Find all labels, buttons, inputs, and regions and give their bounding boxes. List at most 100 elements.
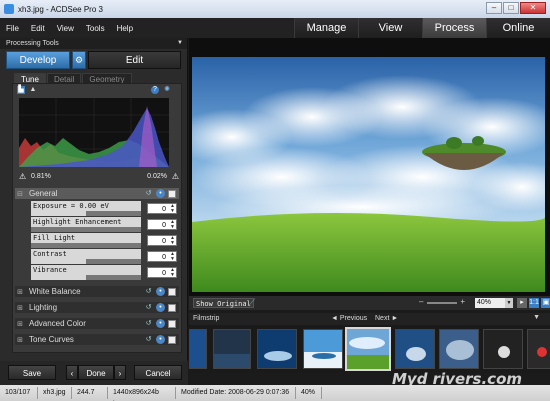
zoom-track[interactable] xyxy=(427,302,457,304)
spinner-icon[interactable]: ▲ ▼ xyxy=(170,268,175,278)
filmstrip-thumbnail-selected[interactable] xyxy=(345,327,391,371)
filmstrip-thumbnail[interactable] xyxy=(189,329,207,369)
histogram-channel-icon[interactable]: ▙ xyxy=(17,86,25,94)
show-original-button[interactable]: Show Original xyxy=(193,298,254,308)
auto-fix-icon[interactable]: ⟋ xyxy=(249,297,255,308)
panel-collapse-icon[interactable]: ▼ xyxy=(177,38,183,49)
group-tone-curves[interactable]: ⊞ Tone Curves ↺ • xyxy=(15,334,179,345)
expand-icon[interactable]: ⊞ xyxy=(15,304,25,312)
slider-value-field[interactable]: 0 ▲ ▼ xyxy=(147,219,177,230)
next-image-button[interactable]: › xyxy=(114,365,126,380)
reset-icon[interactable]: ↺ xyxy=(144,303,153,312)
group-general[interactable]: ⊟ General ↺ • xyxy=(15,188,179,199)
zoom-slider[interactable]: – + xyxy=(419,297,465,307)
edit-button[interactable]: Edit xyxy=(88,51,181,69)
group-checkbox[interactable] xyxy=(168,303,176,312)
mode-tab-online[interactable]: Online xyxy=(486,18,550,38)
preset-icon[interactable]: • xyxy=(156,287,165,296)
group-lighting[interactable]: ⊞ Lighting ↺ • xyxy=(15,302,179,313)
filmstrip-previous-link[interactable]: ◄ Previous xyxy=(331,315,367,322)
panel-title: Processing Tools xyxy=(6,40,59,47)
slider-value-field[interactable]: 0 ▲ ▼ xyxy=(147,203,177,214)
slider-track[interactable] xyxy=(31,243,141,248)
slider-fill-light[interactable]: Fill Light 0 ▲ ▼ xyxy=(31,233,179,249)
group-checkbox[interactable] xyxy=(168,287,176,296)
group-checkbox[interactable] xyxy=(168,335,176,344)
maximize-button[interactable]: □ xyxy=(503,2,519,14)
slider-contrast[interactable]: Contrast 0 ▲ ▼ xyxy=(31,249,179,265)
develop-button[interactable]: Develop xyxy=(6,51,70,69)
group-advanced-color[interactable]: ⊞ Advanced Color ↺ • xyxy=(15,318,179,329)
reset-icon[interactable]: ↺ xyxy=(144,319,153,328)
cancel-button[interactable]: Cancel xyxy=(134,365,182,380)
slider-track[interactable] xyxy=(31,275,141,280)
slider-highlight-enhancement[interactable]: Highlight Enhancement 0 ▲ ▼ xyxy=(31,217,179,233)
spinner-icon[interactable]: ▲ ▼ xyxy=(170,236,175,246)
filmstrip-thumbnail[interactable] xyxy=(303,329,343,369)
reset-icon[interactable]: ↺ xyxy=(144,189,153,198)
shadow-clip-warning-icon[interactable]: ⚠ xyxy=(19,172,26,181)
spinner-icon[interactable]: ▲ ▼ xyxy=(170,204,175,214)
menu-tools[interactable]: Tools xyxy=(80,24,111,33)
highlight-clip-warning-icon[interactable]: ⚠ xyxy=(172,172,179,181)
expand-icon[interactable]: ⊞ xyxy=(15,288,25,296)
slider-value-field[interactable]: 0 ▲ ▼ xyxy=(147,235,177,246)
mode-tab-view[interactable]: View xyxy=(358,18,422,38)
develop-settings-icon[interactable]: ⚙ xyxy=(72,51,86,69)
menu-help[interactable]: Help xyxy=(111,24,139,33)
chevron-down-icon[interactable]: ▼ xyxy=(505,298,513,308)
slider-track[interactable] xyxy=(31,227,141,232)
filmstrip-title: Filmstrip xyxy=(193,315,220,322)
actual-size-icon[interactable]: 1:1 xyxy=(529,298,539,308)
filmstrip-thumbnail[interactable] xyxy=(213,329,251,369)
previous-image-button[interactable]: ‹ xyxy=(66,365,78,380)
preset-icon[interactable]: • xyxy=(156,189,165,198)
menu-edit[interactable]: Edit xyxy=(25,24,51,33)
done-button[interactable]: Done xyxy=(78,365,114,380)
slider-exposure[interactable]: Exposure = 0.00 eV 0 ▲ ▼ xyxy=(31,201,179,217)
filmstrip-thumbnail[interactable] xyxy=(439,329,479,369)
shadow-clip-value: 0.81% xyxy=(31,173,51,180)
spinner-icon[interactable]: ▲ ▼ xyxy=(170,252,175,262)
filmstrip-next-link[interactable]: Next ► xyxy=(375,315,398,322)
slider-track[interactable] xyxy=(31,211,141,216)
menu-file[interactable]: File xyxy=(0,24,25,33)
slider-vibrance[interactable]: Vibrance 0 ▲ ▼ xyxy=(31,265,179,281)
filmstrip-thumbnail[interactable] xyxy=(257,329,297,369)
fit-to-window-icon[interactable]: ▸ xyxy=(517,298,527,308)
mode-tab-process[interactable]: Process xyxy=(422,18,486,38)
filmstrip-thumbnail[interactable] xyxy=(483,329,523,369)
menu-view[interactable]: View xyxy=(51,24,80,33)
fit-image-icon[interactable]: ▣ xyxy=(541,298,550,308)
help-icon[interactable]: ? xyxy=(151,86,159,94)
collapse-icon[interactable]: ⊟ xyxy=(15,190,25,198)
expand-icon[interactable]: ⊞ xyxy=(15,336,25,344)
filmstrip-thumbnail[interactable] xyxy=(395,329,435,369)
mode-tab-manage[interactable]: Manage xyxy=(294,18,358,38)
slider-value-field[interactable]: 0 ▲ ▼ xyxy=(147,267,177,278)
close-button[interactable]: ✕ xyxy=(520,2,546,14)
zoom-select[interactable]: 40% ▼ xyxy=(475,298,513,308)
expand-icon[interactable]: ⊞ xyxy=(15,320,25,328)
preset-icon[interactable]: • xyxy=(156,303,165,312)
group-general-checkbox[interactable] xyxy=(168,189,176,198)
settings-icon[interactable]: ✺ xyxy=(163,86,171,94)
slider-value-field[interactable]: 0 ▲ ▼ xyxy=(147,251,177,262)
filmstrip-menu-icon[interactable]: ▼ xyxy=(533,314,540,321)
filmstrip-thumbnail[interactable] xyxy=(527,329,550,369)
group-checkbox[interactable] xyxy=(168,319,176,328)
minimize-button[interactable]: – xyxy=(486,2,502,14)
clipping-warning-icon[interactable]: ▲ xyxy=(29,86,37,94)
group-white-balance[interactable]: ⊞ White Balance ↺ • xyxy=(15,286,179,297)
spinner-icon[interactable]: ▲ ▼ xyxy=(170,220,175,230)
save-button[interactable]: Save xyxy=(8,365,56,380)
slider-track[interactable] xyxy=(31,259,141,264)
zoom-out-icon[interactable]: – xyxy=(419,297,423,306)
preset-icon[interactable]: • xyxy=(156,335,165,344)
reset-icon[interactable]: ↺ xyxy=(144,335,153,344)
reset-icon[interactable]: ↺ xyxy=(144,287,153,296)
slider-label: Contrast xyxy=(31,249,141,259)
zoom-in-icon[interactable]: + xyxy=(460,297,465,306)
preset-icon[interactable]: • xyxy=(156,319,165,328)
preview-image[interactable] xyxy=(192,57,545,292)
